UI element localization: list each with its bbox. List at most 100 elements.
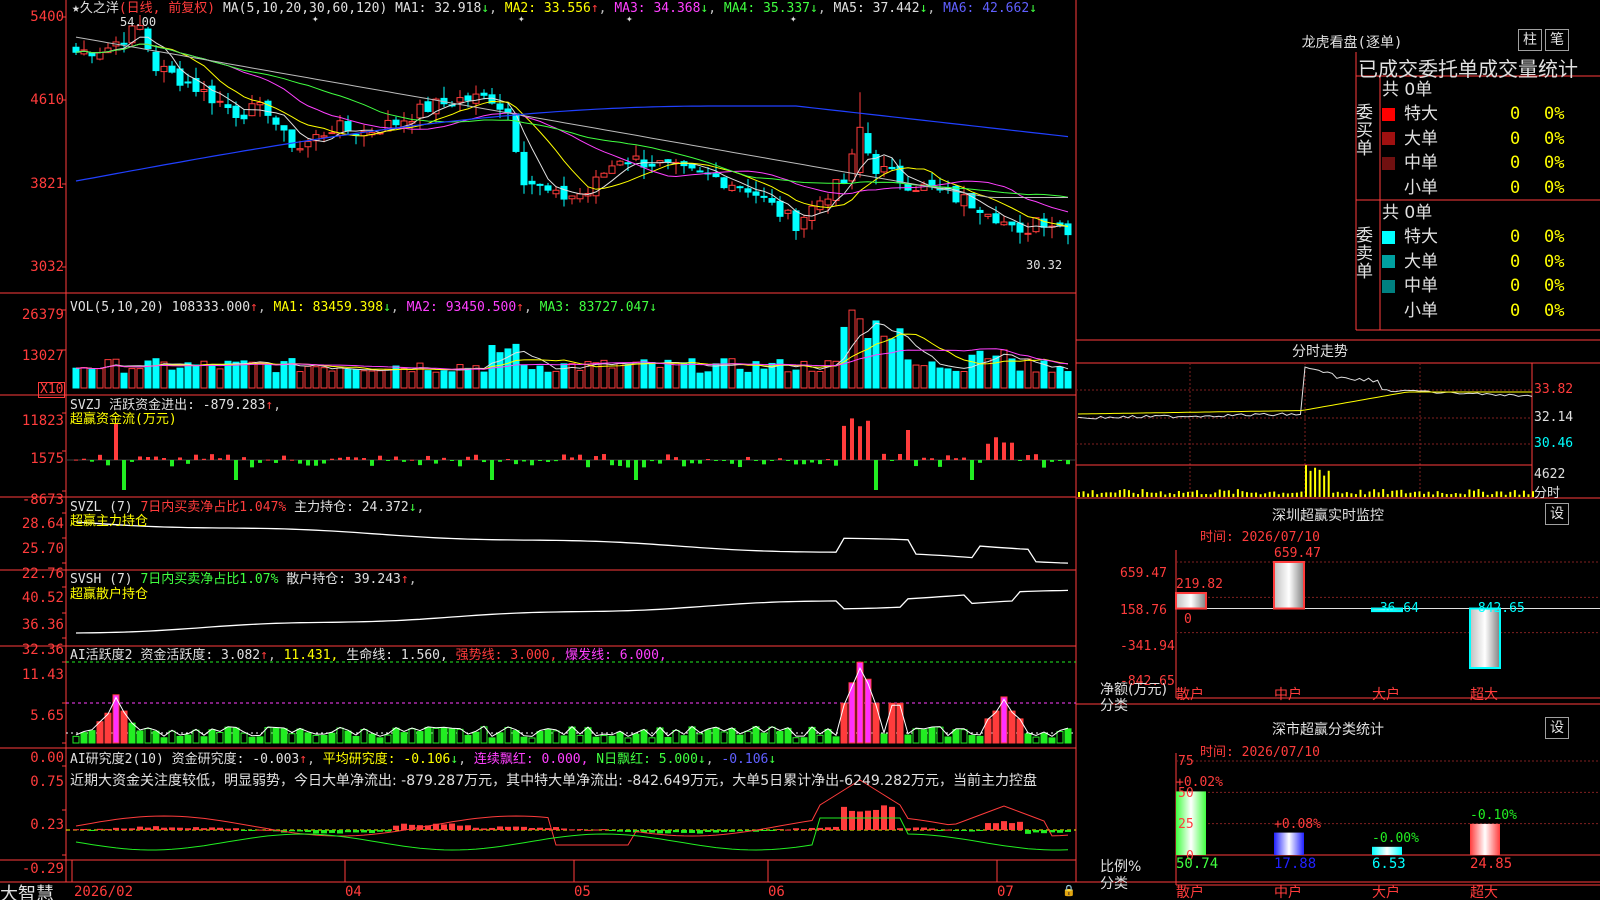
- intraday-vol-bar: [1500, 491, 1503, 497]
- activity-bar: [88, 730, 96, 744]
- research-bar: [577, 829, 583, 831]
- research-bar: [697, 830, 703, 834]
- flow-bar: [266, 459, 270, 461]
- intraday-vol-bar: [1173, 494, 1176, 497]
- flow-bar: [842, 425, 846, 460]
- sell-order-row-label: 小单: [1404, 300, 1438, 321]
- legend-swatch: [1382, 181, 1395, 194]
- activity-bar: [672, 729, 680, 744]
- cls-bar-value: 24.85: [1470, 856, 1513, 872]
- buy-order-row-pct: 0%: [1544, 104, 1565, 124]
- research-bar: [657, 830, 663, 834]
- flow-bar: [442, 457, 446, 460]
- sell-order-row: 小单 0 0%: [1382, 299, 1600, 323]
- lock-icon[interactable]: 🔒: [1062, 884, 1076, 897]
- vol-ma1: MA1: 83459.398: [273, 300, 384, 315]
- intraday-vol-bar: [1468, 489, 1471, 497]
- activity-bar: [768, 726, 776, 744]
- activity-bar: [416, 731, 424, 744]
- flow-bar: [130, 460, 134, 462]
- intraday-vol-bar: [1364, 494, 1367, 497]
- flow-bar: [290, 459, 294, 461]
- research-bar: [625, 830, 631, 832]
- buy-total: 共 0单: [1382, 80, 1433, 100]
- flow-bar: [1018, 460, 1022, 461]
- activity-bar: [280, 728, 288, 744]
- activity-bar: [248, 736, 256, 744]
- cls-axis-tick: 75: [1178, 754, 1194, 769]
- flow-bar: [106, 460, 110, 466]
- research-bar: [521, 826, 527, 830]
- research-bar: [601, 829, 607, 831]
- sz-bar-value: -842.65: [1470, 600, 1525, 616]
- flow-bar: [738, 460, 742, 468]
- volume-bar: [1024, 358, 1032, 389]
- candle-body: [216, 100, 224, 103]
- candle-body: [976, 209, 984, 213]
- sz-category-label: 中户: [1274, 687, 1302, 703]
- research-bar: [1017, 821, 1023, 830]
- research-bar: [561, 828, 567, 830]
- activity-bar: [976, 735, 984, 744]
- candle-body: [664, 159, 672, 163]
- research-bar: [729, 830, 735, 832]
- volume-bar: [896, 328, 904, 389]
- volume-bar: [96, 368, 104, 389]
- sz-category-label: 散户: [1176, 687, 1204, 703]
- svzl-tick: 22.76: [21, 566, 64, 582]
- activity-bar: [96, 721, 104, 744]
- legend-swatch: [1382, 230, 1395, 244]
- ai1-label: AI活跃度2: [70, 648, 133, 663]
- flow-bar: [818, 460, 822, 465]
- activity-bar: [136, 730, 144, 744]
- flow-bar: [930, 458, 934, 460]
- volume-bar: [976, 350, 984, 389]
- activity-bar: [680, 735, 688, 744]
- research-bar: [377, 830, 383, 832]
- volume-bar: [368, 370, 376, 389]
- volume-bar: [968, 354, 976, 389]
- activity-bar: [928, 727, 936, 744]
- candle-body: [1064, 223, 1072, 236]
- cls-stats-settings-button[interactable]: 设: [1545, 717, 1569, 739]
- intraday-vol-bar: [1391, 490, 1394, 497]
- research-bar: [385, 830, 391, 832]
- volume-bar: [824, 360, 832, 389]
- activity-bar: [176, 735, 184, 744]
- activity-bar: [1064, 728, 1072, 744]
- flow-bar: [690, 460, 694, 464]
- svzj-tick: -8673: [21, 492, 64, 508]
- intraday-vol-bar: [1300, 491, 1303, 497]
- volume-bar: [296, 371, 304, 389]
- candle-body: [416, 103, 424, 119]
- research-bar: [73, 829, 79, 831]
- sz-axis-tick: -341.94: [1120, 639, 1175, 654]
- flow-bar: [426, 455, 430, 460]
- candle-body: [744, 188, 752, 193]
- vol-tick: 13027: [21, 348, 64, 364]
- volume-panel-header: VOL(5,10,20) 108333.000↑, MA1: 83459.398…: [70, 300, 658, 315]
- vol-label: VOL(5,10,20): [70, 300, 164, 315]
- flow-bar: [706, 459, 710, 461]
- bar-view-button[interactable]: 柱: [1518, 29, 1542, 51]
- intraday-vol-bar: [1341, 493, 1344, 497]
- volume-bar: [936, 367, 944, 389]
- sz-monitor-settings-button[interactable]: 设: [1545, 503, 1569, 525]
- research-bar: [1033, 830, 1039, 833]
- intraday-vol-bar: [1177, 490, 1180, 497]
- candle-body: [424, 101, 432, 112]
- candle-body: [840, 179, 848, 184]
- research-bar: [265, 829, 271, 831]
- intraday-vol-bar: [1345, 492, 1348, 497]
- tick-view-button[interactable]: 笔: [1545, 29, 1569, 51]
- activity-bar: [400, 732, 408, 744]
- volume-bar: [120, 372, 128, 389]
- flow-bar: [330, 458, 334, 460]
- research-bar: [297, 830, 303, 832]
- cls-category-label: 散户: [1176, 885, 1204, 900]
- volume-bar: [736, 368, 744, 389]
- volume-bar: [464, 367, 472, 389]
- intraday-vol-bar: [1087, 493, 1090, 497]
- research-bar: [97, 828, 103, 830]
- activity-bar: [704, 729, 712, 744]
